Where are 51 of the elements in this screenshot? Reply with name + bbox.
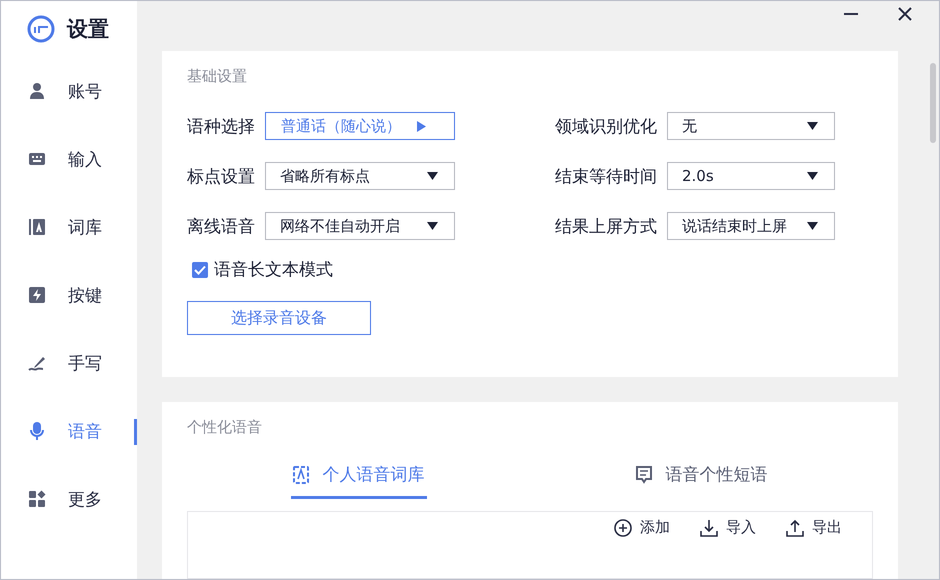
- sidebar-item[interactable]: 更多: [1, 465, 137, 533]
- dropdown[interactable]: 2.0s: [667, 162, 835, 190]
- tab[interactable]: 语音个性短语: [634, 457, 770, 499]
- message-icon: [636, 466, 652, 484]
- sidebar-item[interactable]: 语音: [1, 397, 137, 465]
- book-icon: [28, 218, 46, 236]
- grid-icon: [28, 490, 46, 508]
- pen-icon: [28, 354, 46, 372]
- microphone-icon: [28, 422, 46, 440]
- language-picker[interactable]: 普通话（随心说）: [265, 112, 455, 140]
- caret-icon: [807, 172, 818, 180]
- person-icon: [28, 82, 46, 100]
- sidebar-item[interactable]: 手写: [1, 329, 137, 397]
- section-title: 个性化语音: [187, 418, 263, 437]
- app-title: 设置: [67, 16, 109, 43]
- lightning-icon: [28, 286, 46, 304]
- export-icon: [786, 518, 804, 536]
- action-button[interactable]: 导出: [786, 518, 842, 537]
- long-text-checkbox[interactable]: 语音长文本模式: [192, 258, 873, 281]
- logo-icon: [27, 15, 55, 43]
- action-button[interactable]: 添加: [614, 518, 670, 537]
- caret-icon: [807, 122, 818, 130]
- field-label: 语种选择: [187, 116, 255, 138]
- checkbox[interactable]: [192, 262, 208, 278]
- field-label: 结果上屏方式: [555, 216, 657, 238]
- sidebar-item[interactable]: 输入: [1, 125, 137, 193]
- tab[interactable]: 个人语音词库: [290, 457, 426, 499]
- section-title: 基础设置: [187, 67, 248, 86]
- field-label: 结束等待时间: [555, 166, 657, 188]
- field-label: 标点设置: [187, 166, 255, 188]
- add-icon: [614, 518, 632, 536]
- field-label: 领域识别优化: [555, 116, 657, 138]
- sidebar-item[interactable]: 账号: [1, 57, 137, 125]
- dropdown[interactable]: 网络不佳自动开启: [265, 212, 455, 240]
- caret-icon: [427, 172, 438, 180]
- action-button[interactable]: 导入: [700, 518, 756, 537]
- dropdown[interactable]: 省略所有标点: [265, 162, 455, 190]
- close-icon[interactable]: [897, 6, 913, 22]
- caret-icon: [427, 222, 438, 230]
- sidebar-item[interactable]: 词库: [1, 193, 137, 261]
- field-label: 离线语音: [187, 216, 255, 238]
- play-arrow-icon: [417, 120, 426, 132]
- select-recording-device-button[interactable]: 选择录音设备: [187, 301, 371, 335]
- keyboard-icon: [28, 150, 46, 168]
- dropdown[interactable]: 无: [667, 112, 835, 140]
- book-icon: [292, 466, 308, 484]
- import-icon: [700, 518, 718, 536]
- scrollbar[interactable]: [930, 63, 936, 143]
- dropdown[interactable]: 说话结束时上屏: [667, 212, 835, 240]
- sidebar-item[interactable]: 按键: [1, 261, 137, 329]
- caret-icon: [807, 222, 818, 230]
